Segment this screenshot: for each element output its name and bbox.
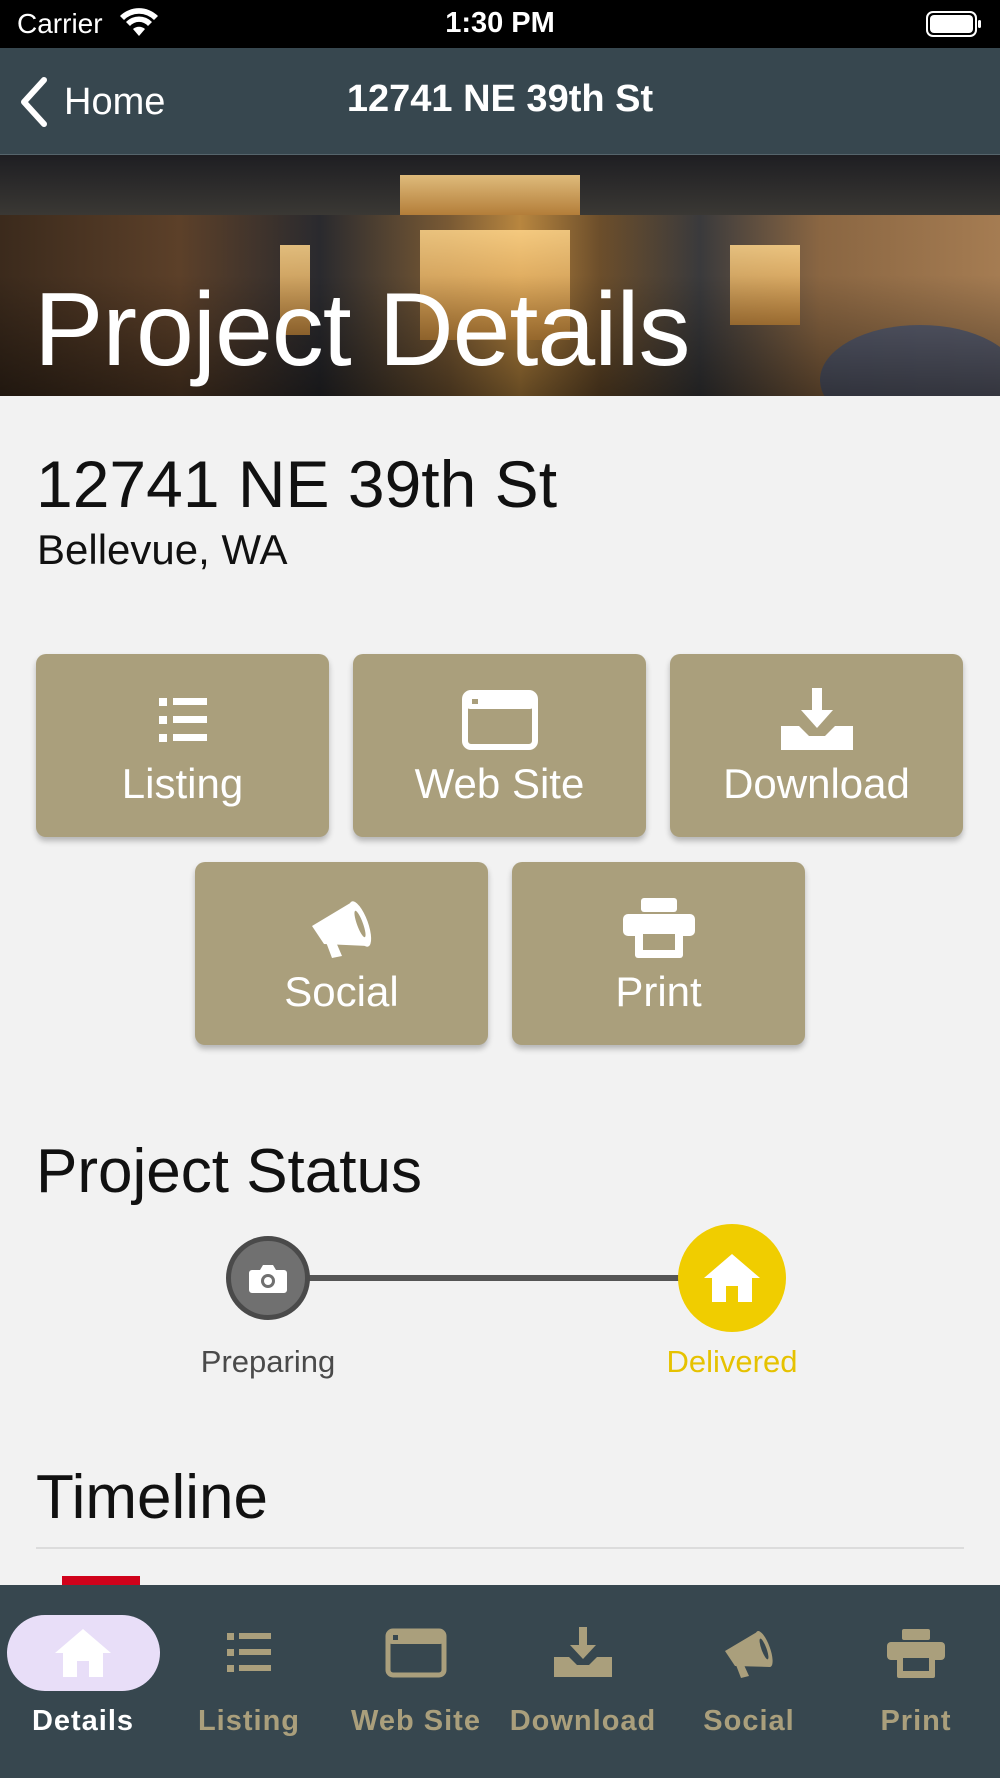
browser-window-icon <box>385 1628 447 1678</box>
tab-label: Listing <box>197 1705 301 1737</box>
listing-button[interactable]: Listing <box>36 654 329 837</box>
web-site-button-label: Web Site <box>414 760 585 807</box>
download-tray-icon <box>780 688 853 750</box>
navigation-bar: Home 12741 NE 39th St <box>0 48 1000 155</box>
tab-label: Web Site <box>351 1705 481 1737</box>
listing-button-label: Listing <box>121 760 244 807</box>
megaphone-icon <box>725 1631 773 1678</box>
bottom-tab-bar: Details Listing Web Site Download Social… <box>0 1585 1000 1778</box>
battery-icon <box>926 11 981 37</box>
hero-banner: Project Details <box>0 155 1000 396</box>
step-label-preparing: Preparing <box>200 1344 336 1379</box>
list-icon <box>158 698 207 742</box>
status-bar: Carrier 1:30 PM <box>0 0 1000 48</box>
clock: 1:30 PM <box>445 7 555 39</box>
property-address: 12741 NE 39th St <box>36 447 558 521</box>
social-button-label: Social <box>284 968 399 1015</box>
tab-label: Download <box>509 1705 657 1737</box>
home-icon <box>55 1629 111 1677</box>
tab-listing[interactable]: Listing <box>166 1585 332 1778</box>
camera-icon <box>249 1265 287 1293</box>
printer-icon <box>887 1629 945 1678</box>
nav-title: 12741 NE 39th St <box>346 78 654 120</box>
home-icon <box>704 1254 760 1302</box>
tab-print[interactable]: Print <box>833 1585 999 1778</box>
print-button[interactable]: Print <box>512 862 805 1045</box>
tab-web-site[interactable]: Web Site <box>333 1585 499 1778</box>
tab-details[interactable]: Details <box>0 1585 166 1778</box>
step-preparing <box>226 1236 310 1320</box>
printer-icon <box>622 898 695 958</box>
tab-label: Details <box>31 1705 135 1737</box>
timeline-divider <box>36 1547 964 1549</box>
step-delivered <box>678 1224 786 1332</box>
property-city: Bellevue, WA <box>37 526 288 573</box>
browser-window-icon <box>461 690 538 750</box>
web-site-button[interactable]: Web Site <box>353 654 646 837</box>
timeline-heading: Timeline <box>36 1463 268 1532</box>
download-tray-icon <box>554 1627 612 1677</box>
social-button[interactable]: Social <box>195 862 488 1045</box>
screen: Carrier 1:30 PM Home 12741 NE 39th St Pr… <box>0 0 1000 1778</box>
status-progress-line <box>268 1275 688 1281</box>
list-icon <box>227 1633 271 1672</box>
tab-label: Print <box>880 1705 952 1737</box>
download-button-label: Download <box>723 760 910 807</box>
print-button-label: Print <box>615 968 702 1015</box>
step-label-delivered: Delivered <box>666 1344 798 1379</box>
download-button[interactable]: Download <box>670 654 963 837</box>
hero-title: Project Details <box>34 272 690 388</box>
megaphone-icon <box>311 901 371 958</box>
project-status-heading: Project Status <box>36 1137 422 1206</box>
hero-photo-window <box>400 175 580 215</box>
tab-social[interactable]: Social <box>666 1585 832 1778</box>
tab-download[interactable]: Download <box>500 1585 666 1778</box>
tab-label: Social <box>703 1705 795 1737</box>
